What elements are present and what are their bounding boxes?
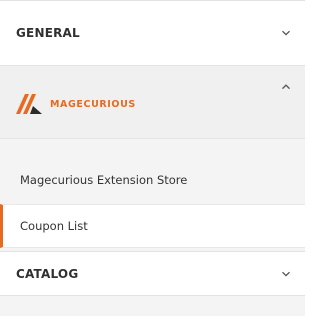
nav-item-extension-store[interactable]: Magecurious Extension Store: [0, 158, 305, 202]
section-catalog-header[interactable]: CATALOG: [0, 251, 305, 296]
chevron-down-icon: [281, 28, 291, 38]
section-catalog-title: CATALOG: [16, 266, 79, 281]
section-general-header[interactable]: GENERAL: [0, 0, 305, 66]
section-general-title: GENERAL: [16, 26, 80, 40]
nav-item-coupon-list[interactable]: Coupon List: [0, 204, 305, 248]
config-sidebar: GENERAL MAGECURIOUS Magecurious Extensio…: [0, 0, 305, 316]
magecurious-logo-text: MAGECURIOUS: [50, 98, 136, 110]
chevron-down-icon: [281, 269, 291, 279]
magecurious-items: Magecurious Extension Store Coupon List: [0, 139, 305, 248]
magecurious-logo: MAGECURIOUS: [16, 94, 136, 114]
magecurious-logo-icon: [16, 94, 42, 114]
chevron-up-icon: [281, 82, 291, 92]
section-magecurious-header[interactable]: MAGECURIOUS: [0, 66, 305, 139]
